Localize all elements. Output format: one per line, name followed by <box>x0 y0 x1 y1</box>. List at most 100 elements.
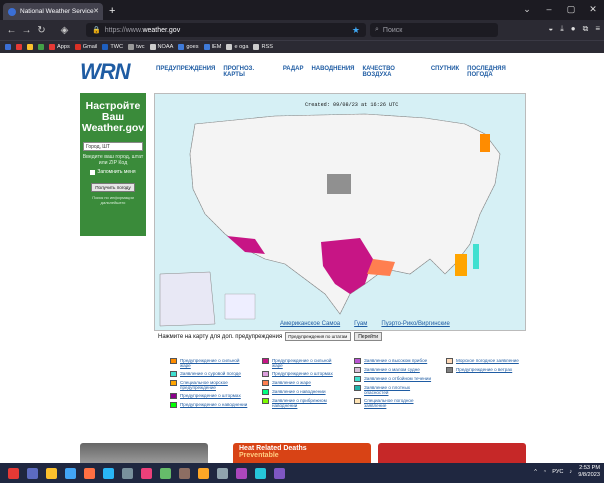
state-warnings-select[interactable]: Предупреждения по штатам <box>285 332 352 341</box>
close-window-icon[interactable]: ✕ <box>582 0 604 18</box>
bookmark-twc2[interactable]: twc <box>128 44 145 50</box>
storm-photo-card[interactable] <box>80 443 208 463</box>
search-box[interactable]: ⌕ Поиск <box>370 23 498 37</box>
account-icon[interactable]: ● <box>571 24 576 34</box>
shield-icon[interactable]: ◈ <box>57 25 72 36</box>
hawaii-inset[interactable] <box>224 293 256 320</box>
warnings-map[interactable]: Created: 09/08/23 at 16:26 UTC <box>154 93 526 331</box>
telegram-icon[interactable] <box>103 467 114 479</box>
language-indicator[interactable]: РУС <box>552 469 563 475</box>
promo-card[interactable] <box>378 443 526 463</box>
florida-advisory-area[interactable] <box>455 254 467 276</box>
legend-item[interactable]: Специальное погодное заявление <box>354 398 432 408</box>
link-guam[interactable]: Гуам <box>354 321 367 327</box>
legend-swatch <box>262 358 269 364</box>
extensions-icon[interactable]: ⧉ <box>583 24 589 34</box>
wind-advisory-area[interactable] <box>327 174 351 194</box>
app-icon[interactable] <box>198 467 209 479</box>
remember-me-row[interactable]: Запомнить меня <box>80 169 146 175</box>
tab-active[interactable]: National Weather Service ✕ <box>3 3 103 20</box>
customize-heading: Настройте Ваш Weather.gov <box>81 100 145 134</box>
app-icon[interactable] <box>141 467 152 479</box>
legend-item[interactable]: Заявление о отбойном течении <box>354 376 432 382</box>
nav-air-quality[interactable]: КАЧЕСТВО ВОЗДУХА <box>362 66 422 78</box>
volume-icon[interactable]: ♪ <box>569 469 572 475</box>
nav-satellite[interactable]: СПУТНИК <box>431 66 459 78</box>
app-icon[interactable] <box>217 467 228 479</box>
app-icon[interactable] <box>179 467 190 479</box>
bookmark-goes[interactable]: goes <box>178 44 199 50</box>
coastal-statement-area[interactable] <box>473 244 479 269</box>
legend-item[interactable]: Специальное морское предупреждение <box>170 380 248 390</box>
steam-icon[interactable] <box>122 467 133 479</box>
legend-item[interactable]: Заявление о высоком прибое <box>354 358 432 364</box>
nav-warnings[interactable]: ПРЕДУПРЕЖДЕНИЯ <box>156 66 215 78</box>
search-icon[interactable] <box>27 467 38 479</box>
pocket-icon[interactable]: ◒ <box>548 24 553 34</box>
firefox-icon[interactable] <box>84 467 95 479</box>
nav-floods[interactable]: НАВОДНЕНИЯ <box>311 66 354 78</box>
alaska-inset[interactable] <box>159 271 216 327</box>
legend-item[interactable]: Предупреждение о ветрах <box>446 367 524 373</box>
bookmark-noaa[interactable]: NOAA <box>149 44 173 50</box>
wrn-logo[interactable]: WRN <box>80 59 148 84</box>
excel-icon[interactable] <box>160 467 171 479</box>
bookmark-twc[interactable]: TWC <box>102 44 123 50</box>
bookmark-star-icon[interactable]: ★ <box>352 25 360 36</box>
reload-icon[interactable]: ↻ <box>34 25 49 36</box>
file-explorer-icon[interactable] <box>46 467 57 479</box>
app-icon[interactable] <box>236 467 247 479</box>
legend-item[interactable]: Предупреждение о штормах <box>262 371 340 377</box>
download-icon[interactable]: ⤓ <box>560 24 564 34</box>
link-american-samoa[interactable]: Американское Самоа <box>280 321 340 327</box>
legend-item[interactable]: Морское погодное заявление <box>446 358 524 364</box>
legend-item[interactable]: Предупреждение о сильной жаре <box>262 358 340 368</box>
legend-item[interactable]: Предупреждение о штормах <box>170 393 248 399</box>
bookmark-rss[interactable]: RSS <box>253 44 273 50</box>
start-icon[interactable] <box>8 467 19 479</box>
nav-latest-weather[interactable]: ПОСЛЕДНЯЯ ПОГОДА <box>467 66 530 78</box>
heat-deaths-card[interactable]: Heat Related Deaths Preventable <box>233 443 371 463</box>
chevron-up-icon[interactable]: ^ <box>534 469 537 475</box>
get-weather-button[interactable]: Получить погоду <box>91 183 135 192</box>
bookmark-icon[interactable] <box>5 44 11 50</box>
back-icon[interactable]: ← <box>4 25 19 36</box>
clock[interactable]: 2:53 PM 9/8/2023 <box>578 465 600 479</box>
bookmark-apps[interactable]: Apps <box>49 44 70 50</box>
app-icon[interactable] <box>274 467 285 479</box>
new-tab-icon[interactable]: + <box>109 5 115 17</box>
mail-icon[interactable] <box>65 467 76 479</box>
nav-forecast-maps[interactable]: ПРОГНОЗ. КАРТЫ <box>223 66 274 78</box>
minimize-icon[interactable]: – <box>538 0 560 18</box>
checkbox[interactable] <box>90 169 96 175</box>
bookmark-icon[interactable] <box>16 44 22 50</box>
go-button[interactable]: Перейти <box>354 332 383 341</box>
link-puerto-rico[interactable]: Пуэрто-Рико/Виргинские <box>381 321 449 327</box>
legend-item[interactable]: Заявление о наводнении <box>262 389 340 395</box>
maximize-icon[interactable]: ▢ <box>560 0 582 18</box>
close-tab-icon[interactable]: ✕ <box>93 7 99 15</box>
bookmark-icon[interactable] <box>27 44 33 50</box>
northeast-advisory-area[interactable] <box>480 134 490 152</box>
list-tabs-icon[interactable]: ⌄ <box>516 0 538 18</box>
bookmark-iem[interactable]: IEM <box>203 44 221 50</box>
legend-item[interactable]: Заявление о суровой погоде <box>170 371 248 377</box>
nav-radar[interactable]: РАДАР <box>283 66 304 78</box>
address-bar[interactable]: 🔒 https://www.weather.gov ★ <box>86 23 366 37</box>
legend-item[interactable]: Заявление о жаре <box>262 380 340 386</box>
bookmark-icon[interactable] <box>38 44 44 50</box>
forward-icon[interactable]: → <box>19 25 34 36</box>
network-icon[interactable]: ◔ <box>543 469 546 475</box>
bookmark-gmail[interactable]: Gmail <box>74 44 98 50</box>
legend-item[interactable]: Заявление о прибрежном наводнении <box>262 398 340 408</box>
legend-item[interactable]: Заявление о плотных опасностей <box>354 385 432 395</box>
app-icon[interactable] <box>255 467 266 479</box>
us-hazard-map[interactable]: Created: 09/08/23 at 16:26 UTC <box>155 94 526 331</box>
bookmark-eoga[interactable]: e oga <box>226 44 248 50</box>
city-state-input[interactable]: Город, ШТ <box>83 142 143 151</box>
legend-item[interactable]: Заявление о малом судне <box>354 367 432 373</box>
menu-icon[interactable]: ≡ <box>595 24 600 34</box>
legend-item[interactable]: Предупреждение о наводнении <box>170 402 248 408</box>
bookmark-label: Gmail <box>82 44 98 50</box>
legend-item[interactable]: Предупреждение о сильной жаре <box>170 358 248 368</box>
